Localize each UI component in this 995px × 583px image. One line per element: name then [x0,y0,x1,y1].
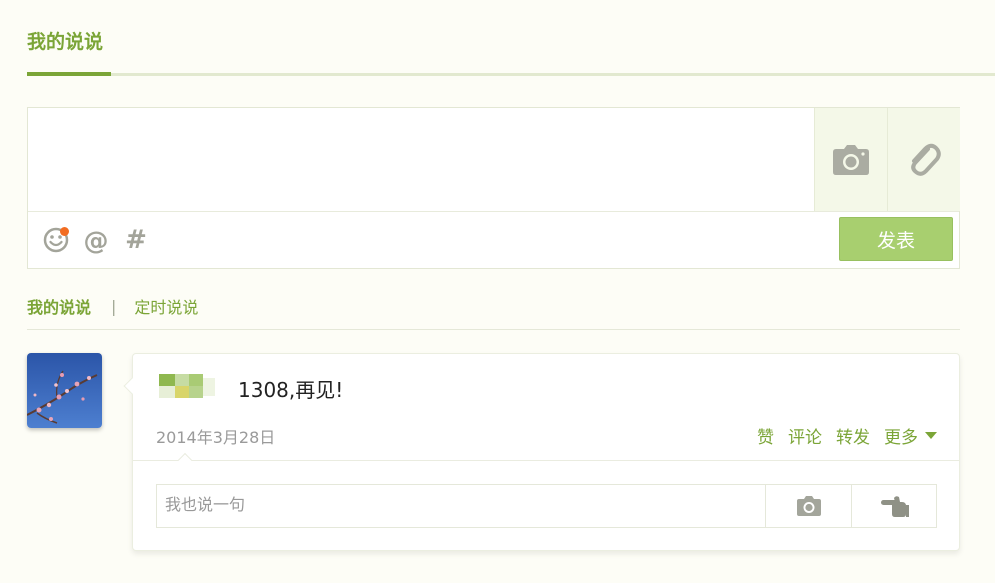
post-date[interactable]: 2014年3月28日 [156,424,275,448]
forward-button[interactable]: 转发 [836,423,870,448]
post-card: 1308,再见! 2014年3月28日 赞 评论 转发 更多 [123,353,960,551]
comment-photo-button[interactable] [765,485,851,527]
camera-icon [833,144,869,175]
page-title: 我的说说 [27,31,104,53]
comment-pointer [177,452,193,468]
caret-down-icon [925,432,937,439]
title-active-underline [27,72,111,76]
composer-icon-bar: @ # [42,224,150,256]
composer-input[interactable] [28,108,814,211]
post-text: 1308,再见! [238,378,344,402]
post-actions: 赞 评论 转发 更多 [743,423,937,448]
card-pointer [123,377,141,395]
comment-button[interactable]: 评论 [788,423,822,448]
tab-scheduled-posts[interactable]: 定时说说 [134,294,198,318]
publish-button[interactable]: 发表 [839,217,953,261]
composer-photo-button[interactable] [814,108,887,211]
pointing-hand-icon [880,496,909,517]
hash-icon[interactable]: # [122,225,150,255]
composer-divider [28,211,959,212]
comment-input[interactable] [157,485,765,527]
composer-attach-button[interactable] [887,108,960,211]
comment-box [156,484,937,528]
avatar[interactable] [27,353,102,428]
tab-my-posts[interactable]: 我的说说 [27,294,91,318]
camera-icon [796,496,821,516]
title-divider [27,73,995,76]
tabs-divider [27,329,960,330]
at-icon[interactable]: @ [82,226,110,255]
more-label: 更多 [884,428,918,448]
user-name-blurred[interactable] [159,372,221,400]
comment-send-button[interactable] [851,485,937,527]
like-button[interactable]: 赞 [757,423,774,448]
card-divider [133,460,959,461]
paperclip-icon [911,143,941,176]
composer: @ # 发表 [27,107,960,269]
smiley-icon[interactable] [42,226,70,254]
feed-tabs: 我的说说 | 定时说说 [27,294,198,318]
tab-separator: | [111,296,117,316]
notification-dot [60,227,69,236]
more-button[interactable]: 更多 [884,423,937,448]
